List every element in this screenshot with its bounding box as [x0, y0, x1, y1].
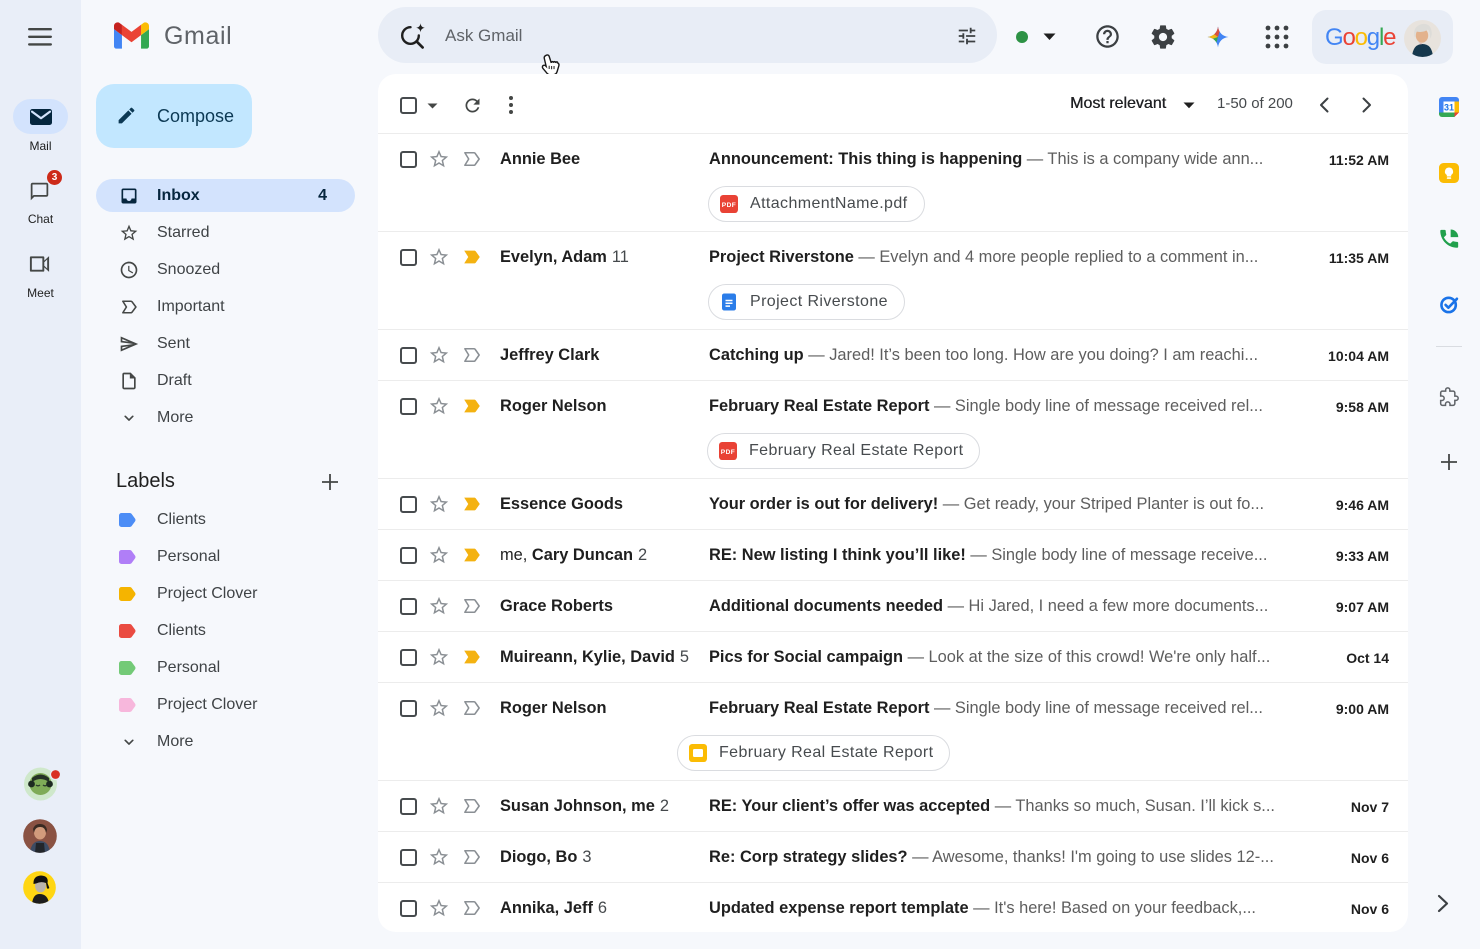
svg-text:PDF: PDF [721, 449, 735, 456]
svg-text:PDF: PDF [722, 202, 736, 209]
svg-text:31: 31 [1444, 103, 1454, 113]
